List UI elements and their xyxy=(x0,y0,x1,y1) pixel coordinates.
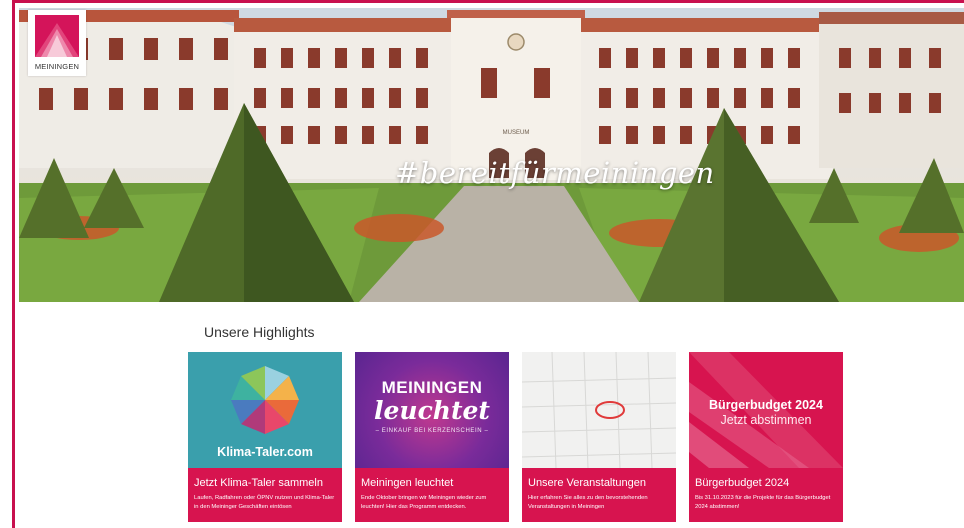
highlight-card-veranstaltungen[interactable]: Unsere Veranstaltungen Hier erfahren Sie… xyxy=(522,352,676,522)
card-description: Bis 31.10.2023 für die Projekte für das … xyxy=(695,495,831,510)
site-logo[interactable]: MEININGEN xyxy=(28,10,86,76)
card-title[interactable]: Unsere Veranstaltungen xyxy=(528,477,670,489)
highlight-card-meiningen-leuchtet[interactable]: MEININGEN leuchtet – EINKAUF BEI KERZENS… xyxy=(355,352,509,522)
card-description: Ende Oktober bringen wir Meiningen wiede… xyxy=(361,495,487,510)
leuchtet-image-script-text: leuchtet xyxy=(374,396,490,425)
card-description: Laufen, Radfahren oder ÖPNV nutzen und K… xyxy=(194,495,335,510)
meiningen-crest-icon xyxy=(35,15,79,57)
klima-taler-image: Klima-Taler.com xyxy=(188,352,342,468)
hero-photo: MUSEUM xyxy=(19,8,964,302)
card-body: Unsere Veranstaltungen Hier erfahren Sie… xyxy=(522,468,676,522)
card-body: Jetzt Klima-Taler sammeln Laufen, Radfah… xyxy=(188,468,342,522)
hero-banner: MUSEUM #bereitfürmeiningen xyxy=(19,8,964,302)
highlights-heading: Unsere Highlights xyxy=(204,324,315,340)
meiningen-leuchtet-image: MEININGEN leuchtet – EINKAUF BEI KERZENS… xyxy=(355,352,509,468)
card-title[interactable]: Meiningen leuchtet xyxy=(361,477,503,489)
museum-sign: MUSEUM xyxy=(503,130,530,136)
calendar-icon xyxy=(522,352,676,468)
hero-hashtag: #bereitfürmeiningen xyxy=(395,156,715,190)
highlight-card-klima-taler[interactable]: Klima-Taler.com Jetzt Klima-Taler sammel… xyxy=(188,352,342,522)
buergerbudget-image: Bürgerbudget 2024 Jetzt abstimmen xyxy=(689,352,843,468)
leuchtet-image-subtext: – EINKAUF BEI KERZENSCHEIN – xyxy=(375,428,489,434)
buergerbudget-image-subtitle: Jetzt abstimmen xyxy=(720,413,812,427)
calendar-image xyxy=(522,352,676,468)
highlight-card-buergerbudget[interactable]: Bürgerbudget 2024 Jetzt abstimmen Bürger… xyxy=(689,352,843,522)
card-title[interactable]: Bürgerbudget 2024 xyxy=(695,477,837,489)
buergerbudget-image-title: Bürgerbudget 2024 xyxy=(709,398,823,412)
card-title[interactable]: Jetzt Klima-Taler sammeln xyxy=(194,477,336,489)
card-body: Bürgerbudget 2024 Bis 31.10.2023 für die… xyxy=(689,468,843,522)
logo-wordmark: MEININGEN xyxy=(34,62,80,71)
klima-taler-logo-text: Klima-Taler.com xyxy=(217,445,313,459)
leuchtet-image-top-text: MEININGEN xyxy=(381,378,483,397)
card-description: Hier erfahren Sie alles zu den bevorsteh… xyxy=(528,495,648,510)
card-body: Meiningen leuchtet Ende Oktober bringen … xyxy=(355,468,509,522)
